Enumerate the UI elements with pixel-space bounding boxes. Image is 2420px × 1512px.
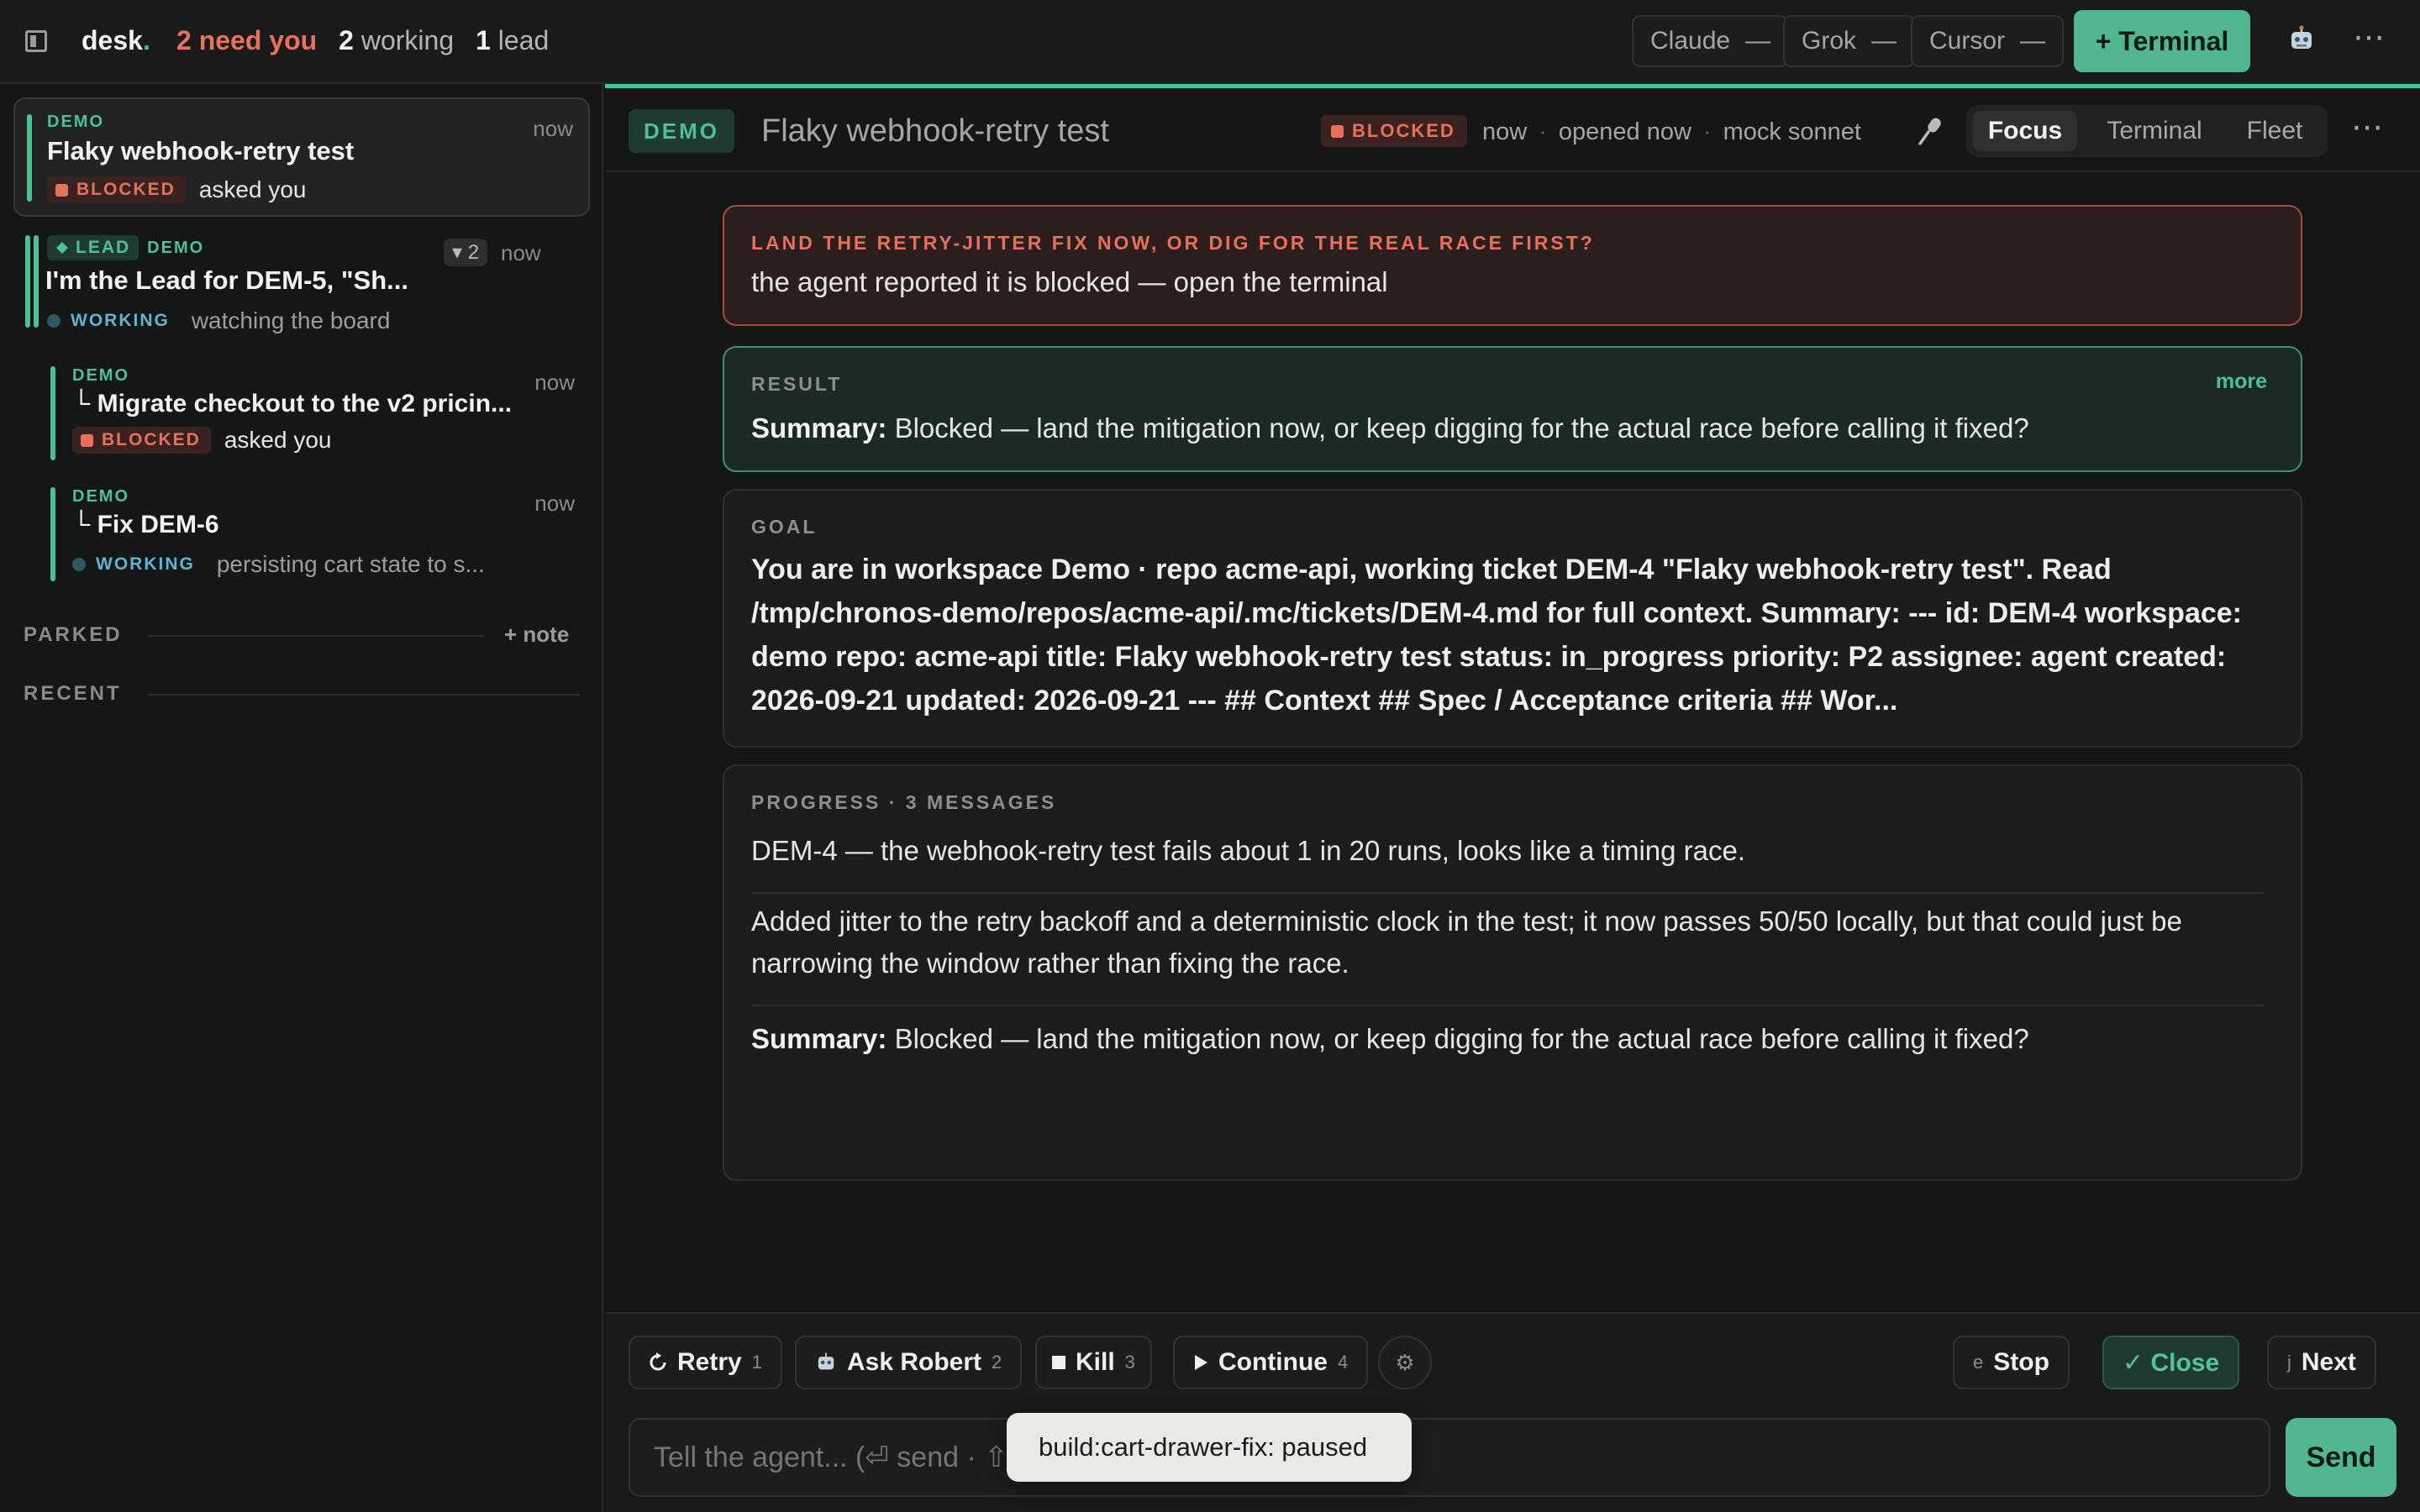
retry-button[interactable]: Retry 1 xyxy=(629,1336,782,1389)
progress-summary: Summary: Blocked — land the mitigation n… xyxy=(751,1023,2029,1054)
result-panel: RESULT more Summary: Blocked — land the … xyxy=(723,346,2302,472)
sidebar-item-migrate-checkout[interactable]: DEMO └ Migrate checkout to the v2 pricin… xyxy=(13,358,590,469)
tab-focus[interactable]: Focus xyxy=(1973,111,2077,151)
send-button[interactable]: Send xyxy=(2286,1418,2396,1497)
lead-count[interactable]: 1 lead xyxy=(476,25,549,56)
parked-section-label: PARKED xyxy=(24,623,123,646)
add-note-button[interactable]: + note xyxy=(504,622,569,648)
main-panel: DEMO Flaky webhook-retry test BLOCKED no… xyxy=(605,84,2420,1512)
workspace-tag: DEMO xyxy=(72,487,129,506)
child-bar xyxy=(50,366,55,460)
child-count-pill[interactable]: ▾ 2 xyxy=(444,239,488,266)
task-meta: now · opened now · mock sonnet xyxy=(1482,118,1861,145)
more-menu-icon[interactable]: ⋯ xyxy=(2353,18,2386,56)
goal-label: GOAL xyxy=(751,516,818,538)
working-dot-icon xyxy=(47,314,60,328)
progress-message: Added jitter to the retry backoff and a … xyxy=(751,906,2182,979)
progress-label: PROGRESS · 3 MESSAGES xyxy=(751,791,1057,813)
divider xyxy=(751,1005,2264,1006)
agent-chip-claude[interactable]: Claude — xyxy=(1632,15,1790,67)
agent-message-input[interactable] xyxy=(629,1418,2270,1497)
goal-panel: GOAL You are in workspace Demo · repo ac… xyxy=(723,489,2302,748)
tab-terminal[interactable]: Terminal xyxy=(2087,111,2222,151)
brand-logo: desk. xyxy=(82,25,150,55)
settings-gear-icon[interactable]: ⚙ xyxy=(1378,1336,1432,1389)
diamond-icon xyxy=(56,242,68,254)
status-detail: persisting cart state to s... xyxy=(216,551,485,577)
status-badge: WORKING xyxy=(96,554,195,574)
agent-chip-grok[interactable]: Grok — xyxy=(1783,15,1916,67)
ask-robert-button[interactable]: Ask Robert 2 xyxy=(795,1336,1023,1389)
status-counts: 2 need you 2 working 1 lead xyxy=(176,25,549,56)
sidebar-item-title: └ Migrate checkout to the v2 pricin... xyxy=(72,390,513,417)
sidebar-item-time: now xyxy=(534,491,575,516)
blocked-text: the agent reported it is blocked — open … xyxy=(751,266,1388,297)
workspace-tag: DEMO xyxy=(629,109,734,153)
sidebar-item-time: now xyxy=(534,370,575,395)
selection-bar xyxy=(27,114,32,202)
view-switcher: Focus Terminal Fleet xyxy=(1966,105,2328,157)
sidebar-toggle-icon[interactable] xyxy=(25,30,47,52)
goal-text: You are in workspace Demo · repo acme-ap… xyxy=(751,554,2242,717)
stop-square-icon xyxy=(1052,1356,1065,1369)
stop-button[interactable]: e Stop xyxy=(1953,1336,2070,1389)
retry-icon xyxy=(650,1352,666,1371)
status-badge: BLOCKED xyxy=(72,427,211,454)
workspace-tag: DEMO xyxy=(147,238,205,257)
divider xyxy=(148,694,580,696)
progress-message: DEM-4 — the webhook-retry test fails abo… xyxy=(751,835,1746,866)
divider xyxy=(751,892,2264,894)
next-button[interactable]: j Next xyxy=(2267,1336,2376,1389)
result-label: RESULT xyxy=(751,373,843,395)
workspace-tag: DEMO xyxy=(72,366,129,385)
close-button[interactable]: ✓ Close xyxy=(2102,1336,2240,1389)
action-bar: Retry 1 Ask Robert 2 Kill 3 Continue 4 ⚙ e St… xyxy=(605,1312,2420,1512)
header-more-icon[interactable]: ⋯ xyxy=(2351,108,2385,146)
kill-button[interactable]: Kill 3 xyxy=(1035,1336,1152,1389)
child-bar xyxy=(50,487,55,581)
agent-chip-cursor[interactable]: Cursor — xyxy=(1911,15,2065,67)
top-bar: desk. 2 need you 2 working 1 lead Claude… xyxy=(0,0,2420,84)
sidebar-item-time: now xyxy=(533,116,573,141)
toast-notification: build:cart-drawer-fix: paused xyxy=(1007,1413,1412,1482)
microphone-icon[interactable] xyxy=(1914,113,1948,147)
status-badge: WORKING xyxy=(71,311,170,330)
sidebar-item-time: now xyxy=(501,240,541,265)
blocked-question-panel[interactable]: LAND THE RETRY-JITTER FIX NOW, OR DIG FO… xyxy=(723,205,2302,326)
group-bar xyxy=(25,235,30,328)
progress-panel: PROGRESS · 3 MESSAGES DEM-4 — the webhoo… xyxy=(723,764,2302,1181)
working-dot-icon xyxy=(72,558,86,571)
task-header: DEMO Flaky webhook-retry test BLOCKED no… xyxy=(605,88,2420,172)
more-link[interactable]: more xyxy=(2216,370,2267,394)
group-bar xyxy=(34,235,39,328)
status-detail: watching the board xyxy=(191,307,391,333)
working-count[interactable]: 2 working xyxy=(339,25,454,56)
continue-button[interactable]: Continue 4 xyxy=(1173,1336,1369,1389)
model-name: mock sonnet xyxy=(1723,118,1861,145)
robot-icon xyxy=(818,1352,834,1370)
status-detail: asked you xyxy=(198,176,307,202)
sidebar-item-flaky-webhook[interactable]: DEMO Flaky webhook-retry test now BLOCKE… xyxy=(13,97,590,217)
workspace-tag: DEMO xyxy=(47,113,104,131)
sidebar-item-title: └ Fix DEM-6 xyxy=(72,511,219,538)
new-terminal-button[interactable]: + Terminal xyxy=(2074,10,2250,72)
divider xyxy=(148,635,484,637)
sidebar-item-title: Flaky webhook-retry test xyxy=(47,136,355,165)
lead-badge: LEAD xyxy=(47,235,139,260)
tab-fleet[interactable]: Fleet xyxy=(2228,111,2321,151)
robot-icon[interactable] xyxy=(2287,25,2316,54)
need-you-count[interactable]: 2 need you xyxy=(176,25,317,56)
sidebar-item-title: I'm the Lead for DEM-5, "Sh... xyxy=(45,265,409,295)
status-badge: BLOCKED xyxy=(47,176,186,203)
sidebar: DEMO Flaky webhook-retry test now BLOCKE… xyxy=(0,84,603,1512)
sidebar-item-fix-dem-6[interactable]: DEMO └ Fix DEM-6 now WORKING persisting … xyxy=(13,479,590,590)
page-title: Flaky webhook-retry test xyxy=(761,113,1109,149)
play-icon xyxy=(1195,1355,1207,1370)
status-badge: BLOCKED xyxy=(1321,115,1467,147)
recent-section-label: RECENT xyxy=(24,682,122,705)
blocked-question: LAND THE RETRY-JITTER FIX NOW, OR DIG FO… xyxy=(751,232,1595,254)
sidebar-item-lead[interactable]: LEAD DEMO I'm the Lead for DEM-5, "Sh...… xyxy=(13,227,590,344)
result-summary: Summary: Blocked — land the mitigation n… xyxy=(751,412,2029,444)
status-detail: asked you xyxy=(224,427,332,453)
